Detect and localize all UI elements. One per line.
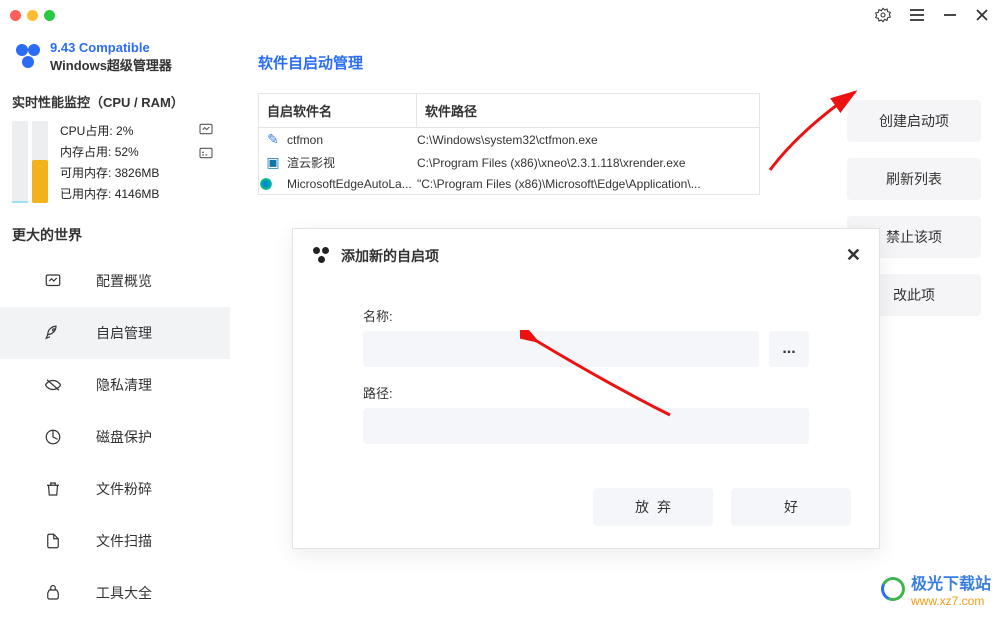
avail-value: 3826MB [115, 166, 160, 180]
ram-bar [32, 121, 48, 203]
cancel-button[interactable]: 放弃 [593, 488, 713, 526]
path-label: 路径: [363, 383, 809, 402]
privacy-icon [44, 376, 62, 394]
dialog-body: 名称: ... 路径: [293, 282, 879, 470]
table-body: ✎ctfmonC:\Windows\system32\ctfmon.exe▣渲云… [259, 128, 759, 194]
table-row[interactable]: MicrosoftEdgeAutoLa..."C:\Program Files … [259, 174, 759, 194]
app-version: 9.43 Compatible [50, 40, 172, 55]
row-path: C:\Program Files (x86)\xneo\2.3.1.118\xr… [417, 156, 759, 170]
ok-button[interactable]: 好 [731, 488, 851, 526]
row-name: 渲云影视 [287, 154, 417, 171]
dialog-header: 添加新的自启项 ✕ [293, 229, 879, 282]
nav-list: 配置概览自启管理隐私清理磁盘保护文件粉碎文件扫描工具大全 [0, 255, 230, 619]
row-name: ctfmon [287, 133, 417, 147]
app-logo-icon [12, 42, 42, 72]
sidebar-item-privacy[interactable]: 隐私清理 [0, 359, 230, 411]
mac-traffic-lights [10, 10, 55, 21]
perf-bars [12, 121, 48, 203]
refresh-list-button[interactable]: 刷新列表 [847, 158, 981, 200]
ram-value: 52% [115, 145, 139, 159]
row-icon: ▣ [259, 154, 287, 171]
sidebar-item-shred[interactable]: 文件粉碎 [0, 463, 230, 515]
settings-icon[interactable] [875, 7, 891, 23]
sidebar-item-label: 文件粉碎 [96, 479, 152, 499]
name-input[interactable] [363, 331, 759, 367]
watermark-url: www.xz7.com [911, 594, 991, 608]
scan-icon [44, 532, 62, 550]
sidebar-item-overview[interactable]: 配置概览 [0, 255, 230, 307]
ram-label: 内存占用: [60, 145, 111, 159]
col-header-path: 软件路径 [417, 94, 759, 127]
cpu-bar [12, 121, 28, 203]
sidebar-item-label: 磁盘保护 [96, 427, 152, 447]
menu-icon[interactable] [909, 8, 925, 22]
sidebar-item-scan[interactable]: 文件扫描 [0, 515, 230, 567]
perf-detail-icon[interactable] [198, 121, 214, 137]
cpu-label: CPU占用: [60, 124, 113, 138]
perf-detail2-icon[interactable] [198, 145, 214, 161]
perf-monitor: CPU占用: 2% 内存占用: 52% 可用内存: 3826MB 已用内存: 4… [0, 121, 230, 219]
sidebar-item-startup[interactable]: 自启管理 [0, 307, 230, 359]
name-label: 名称: [363, 306, 809, 325]
shred-icon [44, 480, 62, 498]
startup-table: 自启软件名 软件路径 ✎ctfmonC:\Windows\system32\ct… [258, 93, 760, 195]
dialog-actions: 放弃 好 [293, 470, 879, 548]
dialog-logo-icon [311, 246, 331, 266]
table-row[interactable]: ▣渲云影视C:\Program Files (x86)\xneo\2.3.1.1… [259, 151, 759, 174]
overview-icon [44, 272, 62, 290]
table-row[interactable]: ✎ctfmonC:\Windows\system32\ctfmon.exe [259, 128, 759, 151]
row-path: C:\Windows\system32\ctfmon.exe [417, 133, 759, 147]
window-controls [875, 7, 989, 23]
sidebar-item-label: 自启管理 [96, 323, 152, 343]
perf-monitor-title: 实时性能监控（CPU / RAM） [0, 92, 230, 121]
app-name: Windows超级管理器 [50, 55, 172, 74]
table-header: 自启软件名 软件路径 [259, 94, 759, 128]
mac-close-dot[interactable] [10, 10, 21, 21]
mac-zoom-dot[interactable] [44, 10, 55, 21]
sidebar-item-label: 配置概览 [96, 271, 152, 291]
dialog-close-icon[interactable]: ✕ [846, 245, 861, 266]
row-path: "C:\Program Files (x86)\Microsoft\Edge\A… [417, 177, 759, 191]
used-value: 4146MB [115, 187, 160, 201]
row-icon: ✎ [259, 131, 287, 148]
perf-stats: CPU占用: 2% 内存占用: 52% 可用内存: 3826MB 已用内存: 4… [60, 121, 159, 205]
row-icon [259, 177, 287, 191]
dialog-title: 添加新的自启项 [341, 246, 439, 266]
watermark-name: 极光下载站 [911, 570, 991, 594]
create-startup-button[interactable]: 创建启动项 [847, 100, 981, 142]
disk-icon [44, 428, 62, 446]
avail-label: 可用内存: [60, 166, 111, 180]
page-title: 软件自启动管理 [258, 52, 999, 73]
path-input[interactable] [363, 408, 809, 444]
sidebar-item-label: 隐私清理 [96, 375, 152, 395]
sidebar-item-tools[interactable]: 工具大全 [0, 567, 230, 619]
tools-icon [44, 584, 62, 602]
browse-button[interactable]: ... [769, 331, 809, 367]
sidebar-item-disk[interactable]: 磁盘保护 [0, 411, 230, 463]
sidebar-item-label: 工具大全 [96, 583, 152, 603]
titlebar [0, 0, 999, 30]
app-header: 9.43 Compatible Windows超级管理器 [0, 40, 230, 92]
watermark: 极光下载站 www.xz7.com [881, 570, 991, 608]
row-name: MicrosoftEdgeAutoLa... [287, 177, 417, 191]
add-startup-dialog: 添加新的自启项 ✕ 名称: ... 路径: 放弃 好 [292, 228, 880, 549]
sidebar-item-label: 文件扫描 [96, 531, 152, 551]
minimize-button[interactable] [943, 8, 957, 22]
section-header: 更大的世界 [0, 219, 230, 255]
watermark-logo-icon [878, 574, 909, 605]
cpu-value: 2% [116, 124, 133, 138]
sidebar: 9.43 Compatible Windows超级管理器 实时性能监控（CPU … [0, 30, 230, 614]
mac-minimize-dot[interactable] [27, 10, 38, 21]
col-header-name: 自启软件名 [259, 94, 417, 127]
used-label: 已用内存: [60, 187, 111, 201]
close-button[interactable] [975, 8, 989, 22]
startup-icon [44, 324, 62, 342]
